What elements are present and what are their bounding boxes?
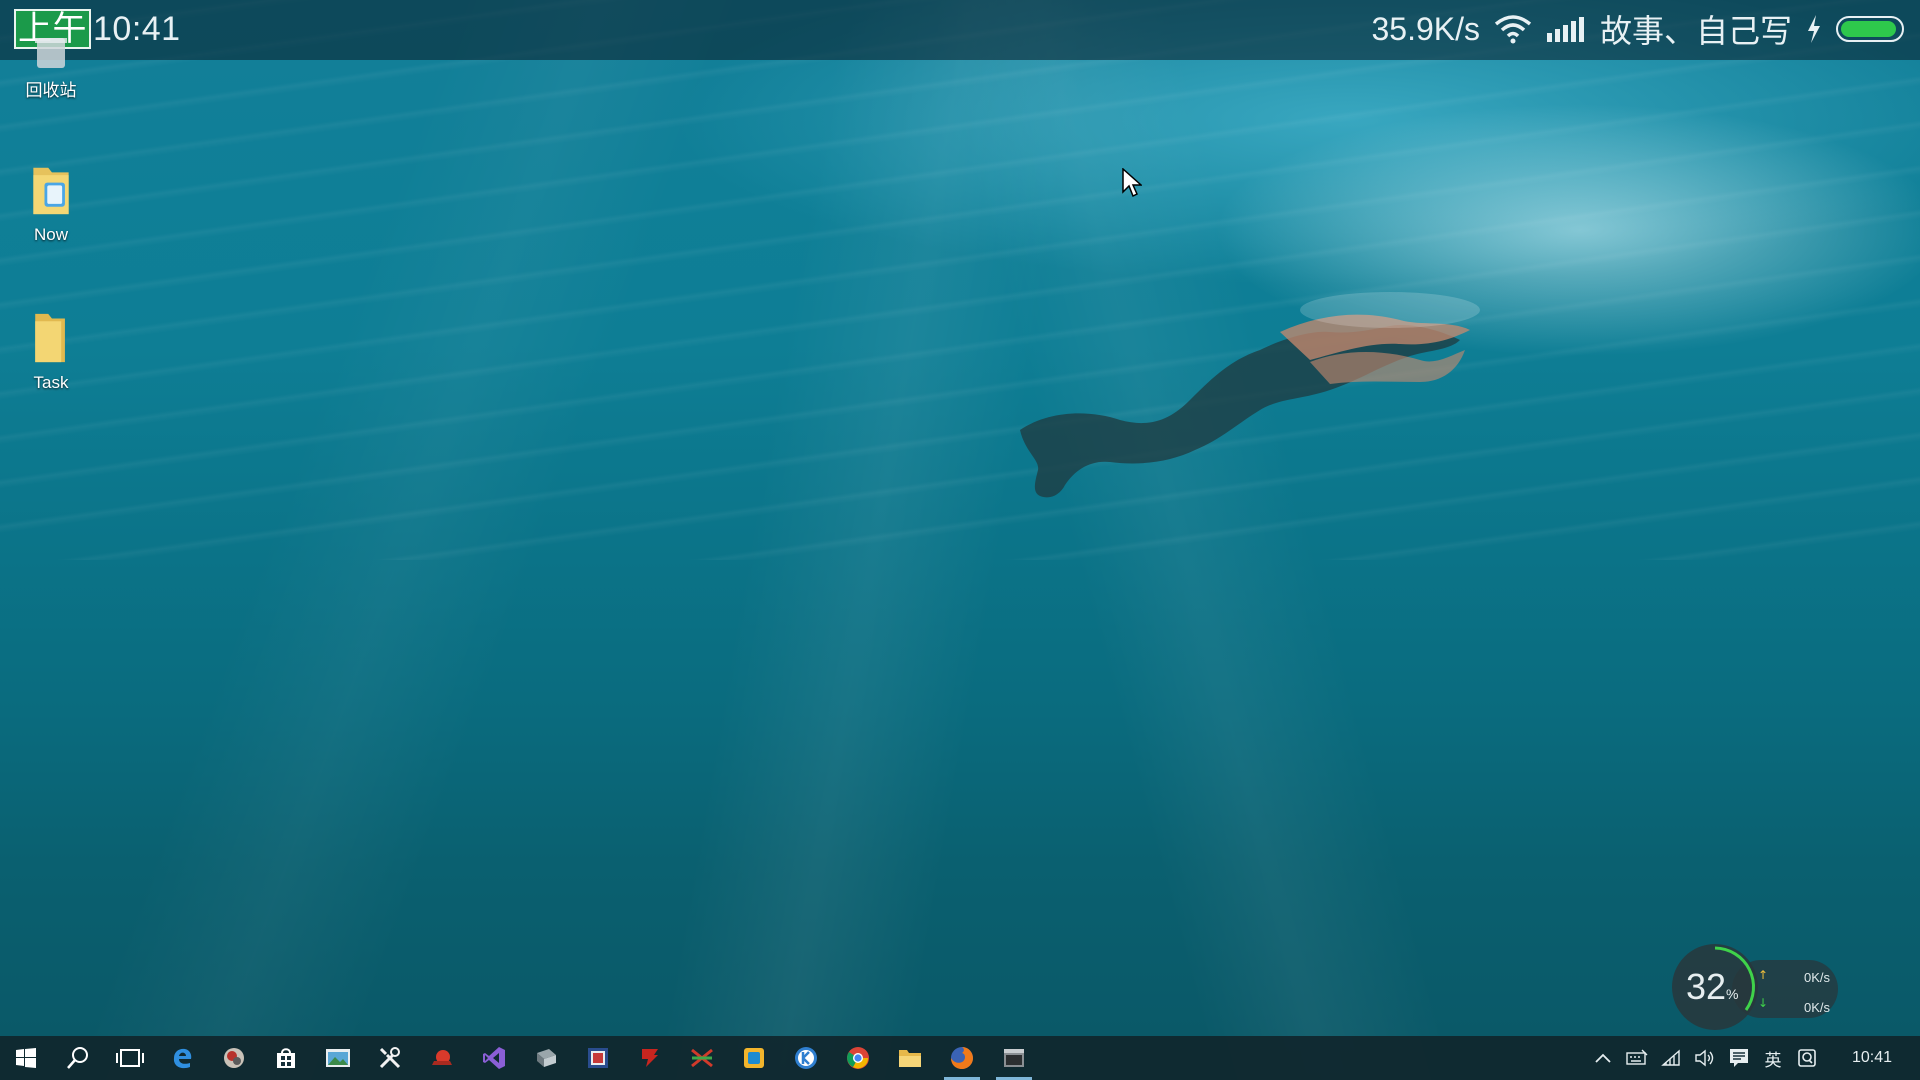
taskbar-app-visual-studio[interactable] [468,1036,520,1080]
taskbar-app-file-explorer[interactable] [884,1036,936,1080]
edge-icon [173,1048,192,1069]
chevron-up-icon [1595,1053,1611,1063]
search-button[interactable] [52,1036,104,1080]
file-explorer-icon [899,1050,921,1067]
k-circle-icon [795,1047,817,1069]
carrier-label: 故事、自己写 [1599,13,1792,49]
mouse-cursor-icon [1122,168,1142,198]
taskbar-app-edge[interactable] [156,1036,208,1080]
upload-arrow-icon: ↑ [1758,968,1769,982]
upload-rate: 0K/s [1803,970,1830,985]
photos-icon [326,1049,350,1067]
network-icon [1661,1049,1680,1066]
status-right-group: 35.9K/s 故事、自己写 [1371,8,1904,50]
filezilla-icon [642,1049,658,1067]
folder-icon [33,167,69,215]
tray-overflow-button[interactable] [1586,1036,1620,1080]
desktop-icon-label: Task [33,373,69,392]
taskbar-app-k[interactable] [780,1036,832,1080]
start-icon [16,1048,36,1068]
task-view-button[interactable] [104,1036,156,1080]
chrome-icon [847,1047,869,1069]
search-icon [67,1047,88,1069]
phone-status-bar: 上午 10:41 35.9K/s 故事、自己写 [0,0,1920,60]
taskbar-app-image-viewer[interactable] [208,1036,260,1080]
taskbar-app-photos[interactable] [312,1036,364,1080]
taskbar-app-tools[interactable] [364,1036,416,1080]
taskbar-app-firefox[interactable] [936,1036,988,1080]
volume-icon [1695,1049,1714,1067]
battery-fill [1841,21,1897,37]
network-speed: 35.9K/s [1371,10,1480,47]
taskbar-app-chrome[interactable] [832,1036,884,1080]
input-method-icon [1798,1049,1816,1067]
network-monitor-widget[interactable]: 32% ↑ ↓ 0K/s 0K/s [1672,944,1842,1030]
tools-icon [379,1047,401,1069]
scissors-icon [691,1048,713,1068]
desktop-icon-label: 回收站 [25,81,77,100]
store-icon [277,1048,295,1068]
desktop-icon-now[interactable]: Now [11,164,91,245]
tray-language[interactable]: 英 [1756,1036,1790,1080]
taskbar-app-media[interactable] [572,1036,624,1080]
charging-icon [1808,15,1820,43]
usage-percent: 32% [1686,966,1739,1007]
folder-icon [35,313,65,363]
media-icon [588,1048,608,1068]
desktop-icon-task[interactable]: Task [11,312,91,393]
battery-icon [1836,16,1904,42]
taskbar: 英 10:41 [0,1036,1920,1080]
desktop-icon-label: Now [33,225,68,244]
status-time: 10:41 [93,9,181,48]
terminal-window-icon [1004,1049,1024,1067]
keyboard-icon [1626,1049,1648,1065]
taskbar-app-filezilla[interactable] [624,1036,676,1080]
notification-icon [1730,1049,1748,1067]
visual-studio-icon [483,1047,505,1069]
wifi-icon [1494,15,1532,44]
app-square-icon [744,1048,764,1068]
taskbar-clock[interactable]: 10:41 [1824,1049,1920,1067]
tray-notifications[interactable] [1722,1036,1756,1080]
download-arrow-icon: ↓ [1758,996,1769,1010]
firefox-icon [951,1047,973,1069]
taskbar-app-store[interactable] [260,1036,312,1080]
download-rate: 0K/s [1803,1000,1830,1015]
wallpaper-light-rays [0,0,1920,1080]
system-tray: 英 10:41 [1586,1036,1920,1080]
image-viewer-icon [224,1048,244,1068]
taskbar-app-snail[interactable] [416,1036,468,1080]
tray-volume[interactable] [1688,1036,1722,1080]
start-button[interactable] [0,1036,52,1080]
wallpaper-ripples [0,0,1920,560]
tray-network[interactable] [1654,1036,1688,1080]
taskbar-app-square[interactable] [728,1036,780,1080]
tray-keyboard[interactable] [1620,1036,1654,1080]
taskbar-app-terminal[interactable] [988,1036,1040,1080]
wallpaper-diver [1020,292,1480,498]
book-icon [537,1049,556,1067]
recycle-bin-icon [35,38,67,68]
signal-icon [1546,17,1584,42]
taskbar-app-book[interactable] [520,1036,572,1080]
snail-icon [432,1050,452,1065]
desktop-icon-recycle-bin[interactable]: 回收站 [11,38,91,101]
taskbar-app-scissors[interactable] [676,1036,728,1080]
task-view-icon [116,1049,144,1067]
tray-input-method[interactable] [1790,1036,1824,1080]
